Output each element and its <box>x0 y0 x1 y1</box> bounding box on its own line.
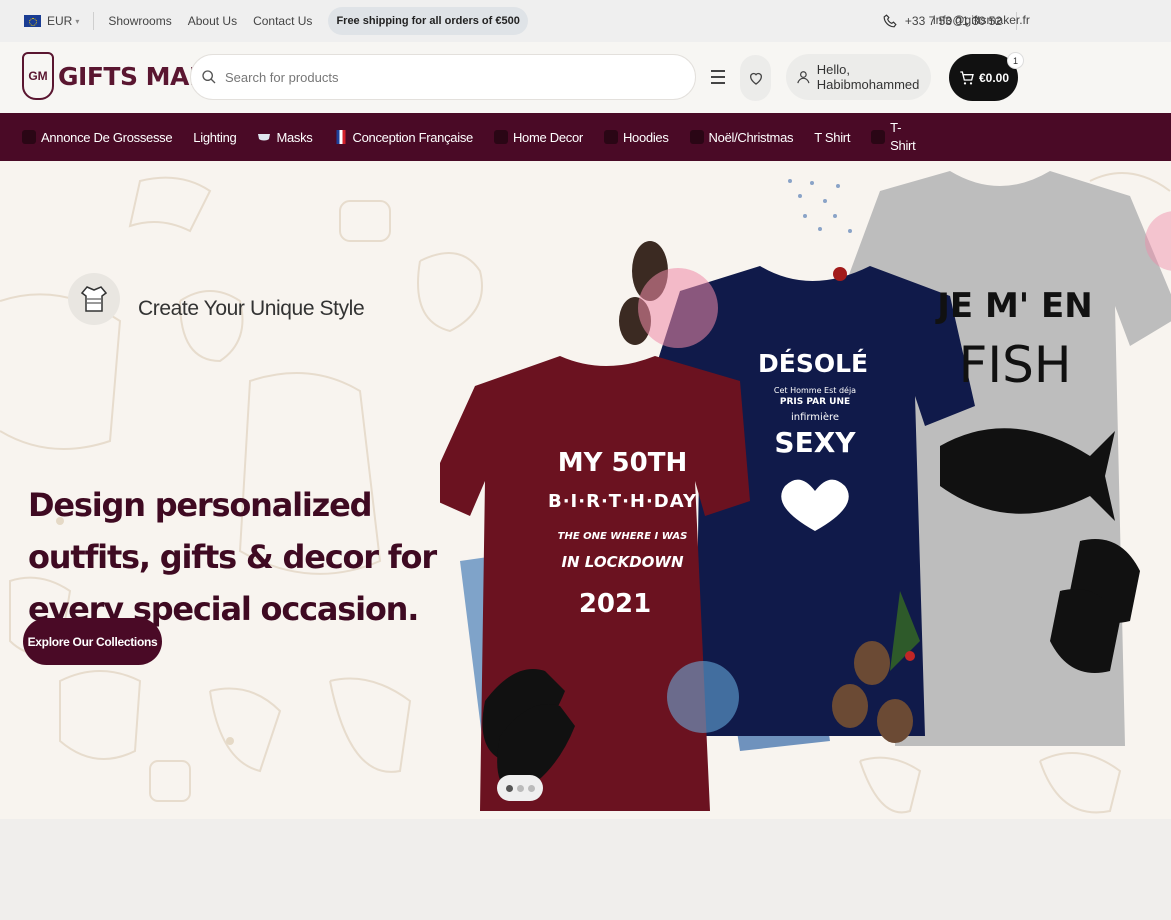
nav-item-label: Home Decor <box>512 129 583 145</box>
shirt-middle-line4: infirmière <box>790 412 840 423</box>
search-input[interactable] <box>225 69 665 85</box>
shirt-left-line5: 2021 <box>578 589 652 619</box>
nav-item-noel-christmas[interactable]: Noël/Christmas <box>689 129 794 145</box>
nav-item-label: Masks <box>276 129 313 145</box>
slider-dot[interactable] <box>516 784 524 792</box>
wishlist-button[interactable] <box>740 55 771 101</box>
phone-icon <box>883 14 897 28</box>
baby-icon <box>22 130 36 144</box>
hero-product-image: MY 50TH B·I·R·T·H·DAY THE ONE WHERE I WA… <box>425 161 1171 819</box>
nav-item-annonce-de-grossesse[interactable]: Annonce De Grossesse <box>22 129 173 145</box>
heart-icon <box>749 72 762 85</box>
sweater-badge <box>68 273 120 325</box>
category-nav: Annonce De Grossesse Lighting Masks Conc… <box>0 113 1171 161</box>
nav-item-t-shirt[interactable]: T Shirt <box>814 130 850 145</box>
hamburger-menu-icon[interactable] <box>711 70 725 88</box>
shirt-middle-line5: SEXY <box>774 426 856 459</box>
nav-item-label: Annonce De Grossesse <box>41 129 173 145</box>
nav-item-lighting[interactable]: Lighting <box>193 130 236 145</box>
search-bar[interactable] <box>190 54 696 100</box>
nav-item-hoodies[interactable]: Hoodies <box>603 129 669 145</box>
main-header: GM GIFTS MAKER Hello, Habibmohammed €0.0… <box>0 42 1171 114</box>
shipping-notice: Free shipping for all orders of €500 <box>328 7 528 35</box>
shirt-left-line2: B·I·R·T·H·DAY <box>548 491 697 512</box>
slider-pagination[interactable] <box>497 775 543 801</box>
shirt-left-line3: THE ONE WHERE I WAS <box>557 531 688 542</box>
sweater-icon <box>81 286 107 312</box>
nav-item-label: T Shirt <box>814 129 851 145</box>
shirt-right-line1: JE M' EN <box>937 286 1093 326</box>
eu-flag-icon <box>24 15 41 27</box>
showrooms-link[interactable]: Showrooms <box>108 14 171 28</box>
user-icon <box>797 71 810 84</box>
top-bar: EUR ▾ Showrooms About Us Contact Us Free… <box>0 0 1171 42</box>
mask-icon <box>257 130 271 144</box>
search-icon <box>202 70 216 84</box>
tshirt-icon <box>871 130 886 144</box>
account-button[interactable]: Hello, Habibmohammed <box>786 54 931 100</box>
christmas-icon <box>689 130 704 144</box>
slider-dot[interactable] <box>527 784 535 792</box>
nav-item-masks[interactable]: Masks <box>257 129 313 145</box>
about-us-link[interactable]: About Us <box>188 14 237 28</box>
nav-item-conception-francaise[interactable]: Conception Française <box>334 130 473 145</box>
home-decor-icon <box>493 130 508 144</box>
shirt-left-line1: MY 50TH <box>557 448 688 478</box>
french-flag-icon <box>334 130 348 144</box>
shirt-middle-line2: Cet Homme Est déja <box>773 386 857 395</box>
logo-badge: GM <box>22 52 54 100</box>
hero-banner: Create Your Unique Style Design personal… <box>0 161 1171 819</box>
cart-icon <box>960 70 974 84</box>
explore-collections-button[interactable]: Explore Our Collections <box>23 618 162 665</box>
nav-item-label: Noël/Christmas <box>708 129 794 145</box>
divider <box>93 12 95 30</box>
nav-item-label: Conception Française <box>352 129 474 145</box>
nav-item-label: T-Shirt <box>890 120 916 153</box>
chevron-down-icon: ▾ <box>75 16 80 26</box>
shirt-left-line4: IN LOCKDOWN <box>561 553 684 571</box>
currency-label: EUR <box>47 14 73 28</box>
nav-item-t-shirt-2[interactable]: T-Shirt <box>871 119 916 155</box>
shirt-middle-line3: PRIS PAR UNE <box>779 397 851 407</box>
hoodie-icon <box>603 130 618 144</box>
cart-count-badge: 1 <box>1007 52 1024 69</box>
nav-item-label: Lighting <box>193 129 237 145</box>
tshirts-illustration <box>425 171 1171 811</box>
nav-item-label: Hoodies <box>622 129 669 145</box>
cart-total: €0.00 <box>979 70 1010 85</box>
hero-tagline: Create Your Unique Style <box>138 297 365 320</box>
section-divider-strip <box>0 819 1171 920</box>
slider-dot[interactable] <box>505 784 513 792</box>
contact-us-link[interactable]: Contact Us <box>253 14 312 28</box>
shirt-right-line2: FISH <box>958 336 1072 394</box>
nav-item-home-decor[interactable]: Home Decor <box>493 129 583 145</box>
email-link[interactable]: info@giftsmaker.fr <box>933 13 1030 27</box>
currency-selector[interactable]: EUR ▾ <box>24 14 79 28</box>
user-greeting: Hello, Habibmohammed <box>816 62 920 92</box>
shirt-middle-line1: DÉSOLÉ <box>758 349 869 378</box>
hero-headline: Design personalized outfits, gifts & dec… <box>28 486 437 628</box>
